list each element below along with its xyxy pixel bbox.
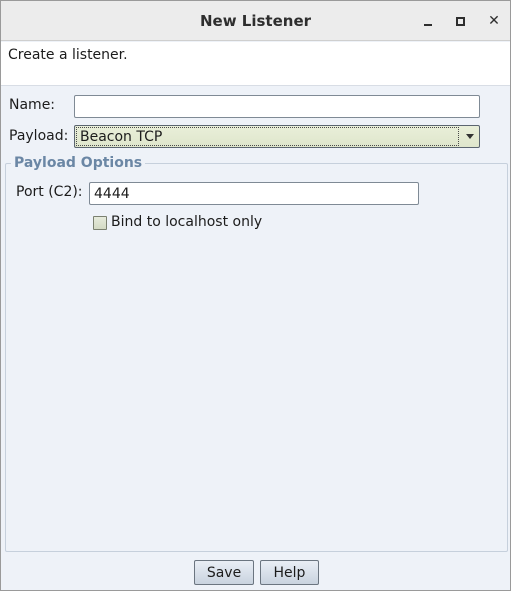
port-label: Port (C2):	[16, 184, 83, 200]
maximize-icon	[455, 16, 465, 26]
port-input[interactable]	[89, 182, 419, 205]
button-bar: Save Help	[1, 553, 510, 590]
name-label: Name:	[9, 97, 56, 113]
payload-options-legend: Payload Options	[11, 155, 146, 171]
minimize-icon	[424, 24, 432, 26]
maximize-button[interactable]	[450, 11, 470, 31]
close-button[interactable]: ✕	[484, 11, 504, 31]
minimize-button[interactable]	[418, 11, 438, 31]
payload-selected-value: Beacon TCP	[80, 129, 163, 145]
bind-localhost-checkbox[interactable]	[93, 216, 107, 230]
name-input[interactable]	[74, 95, 480, 118]
help-button[interactable]: Help	[260, 560, 319, 585]
close-icon: ✕	[488, 13, 500, 29]
description-panel: Create a listener.	[1, 42, 510, 86]
bind-localhost-label[interactable]: Bind to localhost only	[111, 214, 262, 230]
description-text: Create a listener.	[8, 47, 128, 63]
chevron-down-icon[interactable]	[466, 134, 474, 139]
payload-label: Payload:	[9, 128, 69, 144]
new-listener-dialog: New Listener ✕ Create a listener. Name: …	[0, 0, 511, 591]
payload-select[interactable]: Beacon TCP	[74, 125, 480, 148]
payload-focus-ring: Beacon TCP	[76, 127, 459, 146]
title-bar[interactable]: New Listener ✕	[1, 1, 510, 41]
save-button[interactable]: Save	[194, 560, 254, 585]
